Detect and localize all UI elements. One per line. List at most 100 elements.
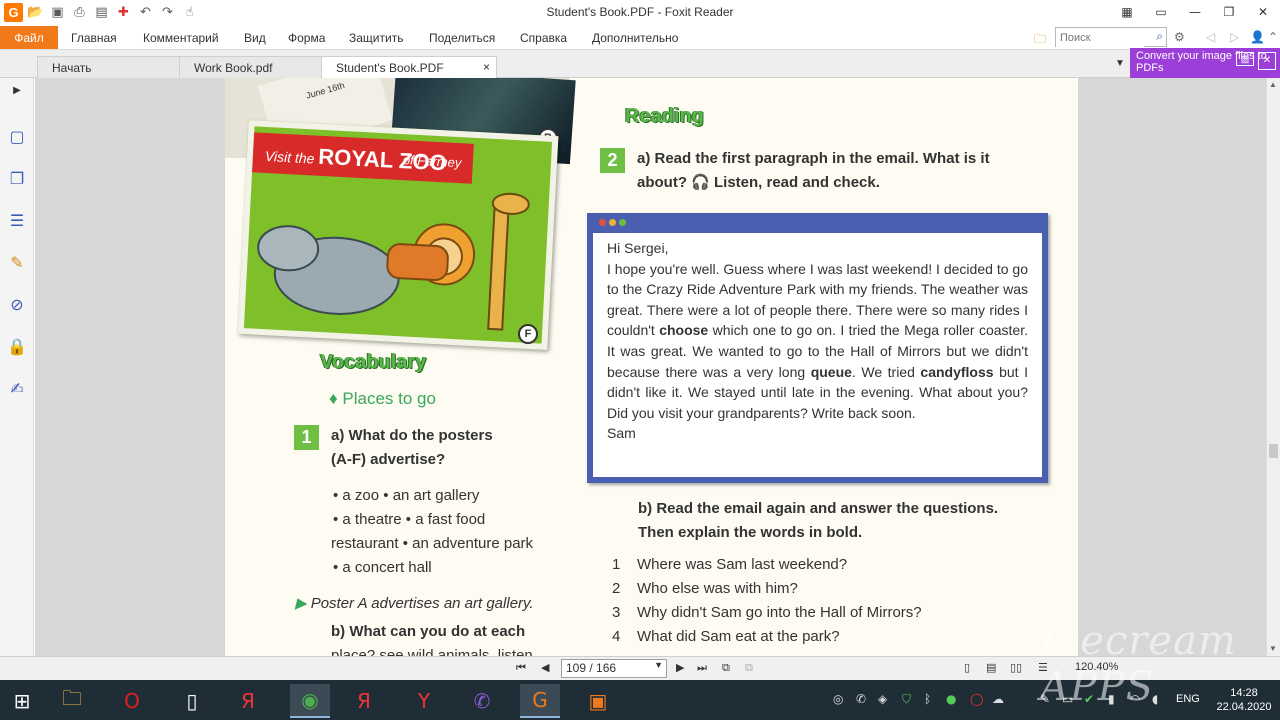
restore-ribbon-icon[interactable]: ▭ — [1144, 0, 1178, 24]
foxit-icon[interactable]: G — [520, 684, 560, 718]
bookmarks-icon[interactable]: ❐ — [7, 168, 27, 188]
open-icon[interactable]: 📂 — [26, 3, 45, 22]
scroll-up-icon[interactable]: ▲ — [1269, 80, 1277, 89]
tab-workbook[interactable]: Work Book.pdf — [179, 56, 325, 78]
security-icon[interactable]: 🔒 — [7, 336, 27, 356]
scroll-thumb[interactable] — [1269, 444, 1278, 458]
prev-page-icon[interactable]: ◀ — [541, 661, 549, 674]
continuous-icon[interactable]: ▤ — [986, 661, 996, 674]
email-signoff: Sam — [607, 425, 636, 442]
tray-network-icon[interactable]: ◈ — [878, 692, 887, 706]
collapse-ribbon-icon[interactable]: ⌃ — [1268, 30, 1278, 44]
window-dots — [599, 219, 626, 226]
continuous-facing-icon[interactable]: ☰ — [1038, 661, 1048, 674]
tray-pen-icon[interactable]: ✎ — [1040, 692, 1050, 706]
maximize-button[interactable]: ❐ — [1212, 0, 1246, 24]
yandex-browser-icon[interactable]: Я — [344, 684, 384, 718]
pdf-page[interactable]: June 16th B Visit the ROYAL ZOO of Farme… — [225, 78, 1078, 656]
vocab-question-b-cut: place? see wild animals, listen — [331, 647, 533, 656]
settings-icon[interactable]: ⚙ — [1174, 30, 1185, 44]
close-button[interactable]: ✕ — [1246, 0, 1280, 24]
tab-home[interactable]: Главная — [71, 31, 117, 45]
viber-icon[interactable]: ✆ — [462, 684, 502, 718]
file-tab[interactable]: Файл — [0, 26, 58, 49]
prev-view-icon[interactable]: ⧉ — [722, 661, 730, 675]
tray-cloud-icon[interactable]: ☁ — [992, 692, 1004, 706]
expand-panel-icon[interactable]: ▶ — [7, 80, 27, 100]
page-number-field[interactable]: 109 / 166 ▼ — [561, 659, 667, 678]
minimize-button[interactable]: — — [1178, 0, 1212, 24]
tab-help[interactable]: Справка — [520, 31, 567, 45]
last-page-icon[interactable]: ⏭ — [697, 661, 707, 675]
promo-banner[interactable]: Convert your image files to PDFs ▨ ✕ — [1130, 48, 1280, 78]
layout-icon[interactable]: ▦ — [1110, 0, 1144, 24]
close-tab-icon[interactable]: × — [483, 60, 490, 74]
tray-volume-icon[interactable]: ◖ — [1152, 692, 1158, 706]
tray-check-icon[interactable]: ✔ — [1084, 692, 1094, 706]
create-icon[interactable]: ✚ — [114, 3, 133, 22]
first-page-icon[interactable]: ⏮ — [516, 661, 526, 675]
tray-display-icon[interactable]: ▭ — [1062, 692, 1073, 706]
dot-red — [599, 219, 606, 226]
tab-form[interactable]: Форма — [288, 31, 325, 45]
tab-list-dropdown-icon[interactable]: ▼ — [1115, 58, 1125, 69]
comments-icon[interactable]: ✎ — [7, 252, 27, 272]
tray-wifi-icon[interactable]: ◠ — [1130, 692, 1140, 706]
hand-tool-icon[interactable]: ☝ — [180, 3, 199, 22]
banner-post: of Farmey — [402, 152, 462, 171]
recorder-icon[interactable]: ▣ — [578, 684, 618, 718]
next-page-icon[interactable]: ▶ — [676, 661, 684, 674]
app-logo-icon[interactable]: G — [4, 3, 23, 22]
tab-share[interactable]: Поделиться — [429, 31, 495, 45]
prev-result-icon[interactable]: ◁ — [1206, 30, 1215, 44]
tray-camera-icon[interactable]: ◎ — [833, 692, 843, 706]
search-input[interactable] — [1056, 29, 1144, 47]
facing-icon[interactable]: ▯▯ — [1010, 661, 1022, 674]
tray-green-icon[interactable]: ● — [946, 692, 956, 706]
properties-icon[interactable]: ▤ — [92, 3, 111, 22]
next-view-icon[interactable]: ⧉ — [745, 661, 753, 675]
tab-extras[interactable]: Дополнительно — [592, 31, 678, 45]
scroll-down-icon[interactable]: ▼ — [1269, 644, 1277, 653]
signature-icon[interactable]: ✍ — [7, 378, 27, 398]
tab-comment[interactable]: Комментарий — [143, 31, 219, 45]
tab-label: Student's Book.PDF — [336, 61, 444, 75]
tray-opera-icon[interactable]: ◯ — [970, 692, 983, 706]
start-button[interactable]: ⊞ — [2, 684, 42, 718]
tray-shield-icon[interactable]: ⛉ — [902, 692, 911, 707]
bold-word: queue — [810, 363, 852, 380]
tab-studentsbook[interactable]: Student's Book.PDF × — [321, 56, 497, 78]
single-page-icon[interactable]: ▯ — [964, 661, 970, 674]
yandex-y-icon[interactable]: Y — [404, 684, 444, 718]
language-indicator[interactable]: ENG — [1176, 693, 1200, 705]
yandex-icon[interactable]: Я — [228, 684, 268, 718]
tray-bluetooth-icon[interactable]: ᛒ — [924, 692, 931, 706]
undo-icon[interactable]: ↶ — [136, 3, 155, 22]
save-icon[interactable]: ▣ — [48, 3, 67, 22]
vertical-scrollbar[interactable]: ▲ ▼ — [1266, 78, 1280, 656]
layers-icon[interactable]: ☰ — [7, 210, 27, 230]
tray-viber-icon[interactable]: ✆ — [856, 692, 866, 706]
page-dropdown-icon[interactable]: ▼ — [654, 660, 663, 670]
user-icon[interactable]: 👤 — [1250, 30, 1265, 44]
explorer-icon[interactable]: 🗀 — [52, 684, 92, 718]
print-icon[interactable]: ⎙ — [70, 3, 89, 22]
tab-protect[interactable]: Защитить — [349, 31, 403, 45]
next-result-icon[interactable]: ▷ — [1230, 30, 1239, 44]
tab-start[interactable]: Начать — [37, 56, 183, 78]
page-thumbnails-icon[interactable]: ▢ — [7, 126, 27, 146]
opera-icon[interactable]: O — [112, 684, 152, 718]
promo-close-icon[interactable]: ✕ — [1258, 52, 1276, 70]
zoom-level[interactable]: 120.40% — [1075, 661, 1118, 673]
redo-icon[interactable]: ↷ — [158, 3, 177, 22]
tray-battery-icon[interactable]: ▮ — [1108, 692, 1115, 706]
chrome-icon[interactable]: ◉ — [290, 684, 330, 718]
question-text: Why didn't Sam go into the Hall of Mirro… — [637, 604, 922, 621]
tab-view[interactable]: Вид — [244, 31, 266, 45]
file-icon[interactable]: ▯ — [172, 684, 212, 718]
search-icon[interactable]: ⌕ — [1156, 29, 1163, 44]
find-folder-icon[interactable]: 🗀 — [1034, 30, 1046, 51]
email-body: I hope you're well. Guess where I was la… — [607, 259, 1028, 424]
clock[interactable]: 14:28 22.04.2020 — [1214, 686, 1274, 714]
attachments-icon[interactable]: ⊘ — [7, 294, 27, 314]
